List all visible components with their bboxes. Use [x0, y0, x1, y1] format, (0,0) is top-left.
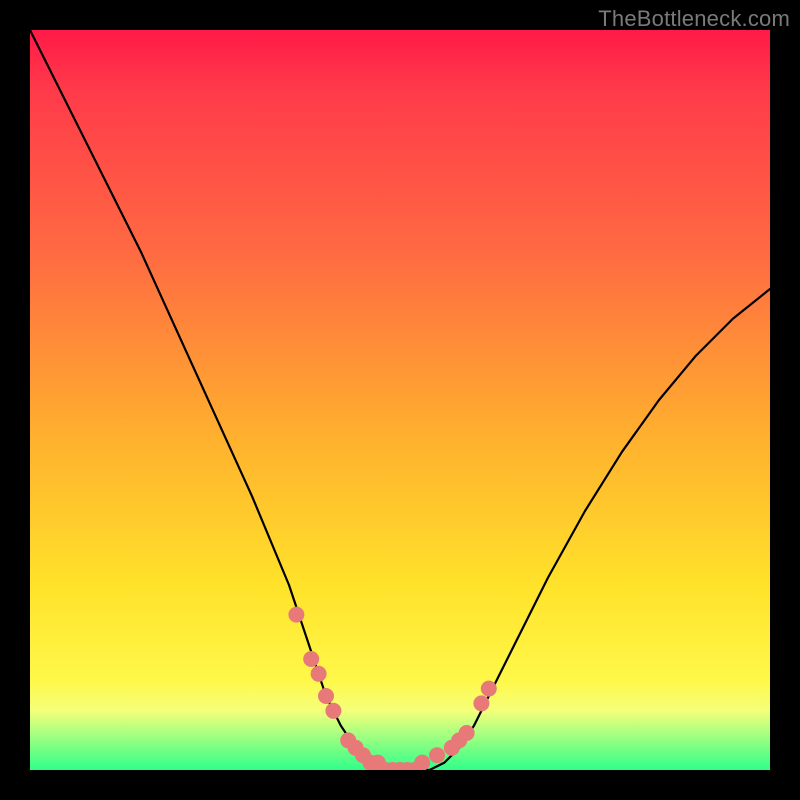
highlight-dot: [414, 755, 430, 770]
watermark-text: TheBottleneck.com: [598, 6, 790, 32]
bottleneck-curve-svg: [30, 30, 770, 770]
highlight-dot: [288, 607, 304, 623]
bottleneck-curve-line: [30, 30, 770, 770]
highlight-dot: [459, 725, 475, 741]
highlight-dot: [318, 688, 334, 704]
chart-plot-area: [30, 30, 770, 770]
chart-frame: TheBottleneck.com: [0, 0, 800, 800]
highlight-dots-group: [288, 607, 496, 770]
highlight-dot: [429, 747, 445, 763]
highlight-dot: [325, 703, 341, 719]
highlight-dot: [303, 651, 319, 667]
highlight-dot: [311, 666, 327, 682]
highlight-dot: [481, 681, 497, 697]
highlight-dot: [473, 695, 489, 711]
